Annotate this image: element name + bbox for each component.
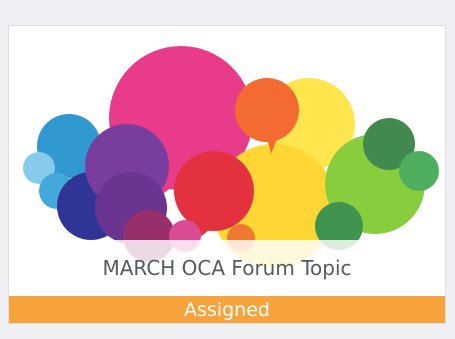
forum-topic-card[interactable]: MARCH OCA Forum Topic Assigned — [8, 25, 446, 324]
status-badge: Assigned — [9, 296, 445, 323]
topic-title[interactable]: MARCH OCA Forum Topic — [9, 240, 445, 296]
speech-bubbles-icon — [23, 46, 439, 268]
